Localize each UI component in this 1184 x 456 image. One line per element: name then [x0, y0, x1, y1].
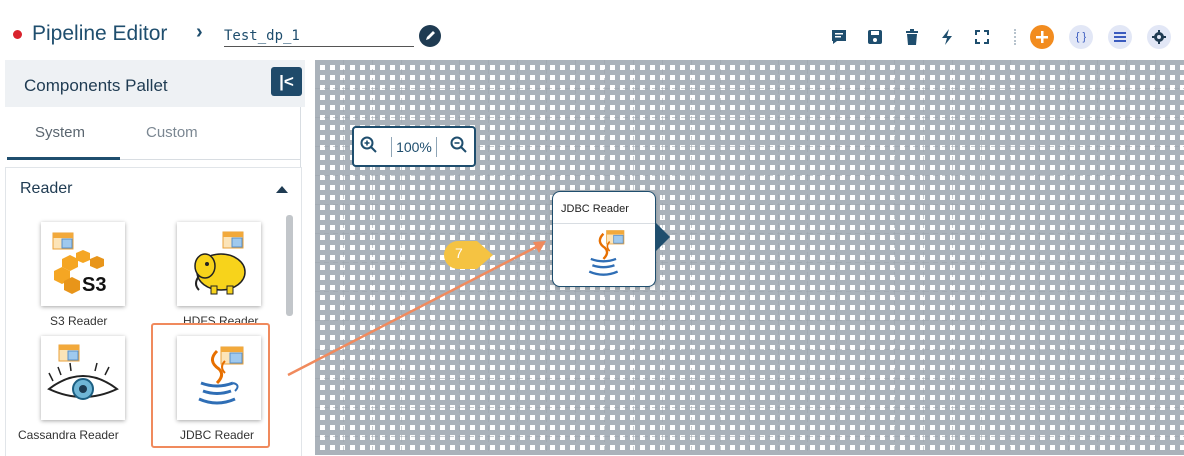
node-title: JDBC Reader	[561, 203, 629, 215]
node-java-icon	[588, 230, 625, 276]
jdbc-reader-node[interactable]: JDBC Reader	[552, 191, 656, 287]
step-marker	[444, 241, 493, 269]
node-divider	[553, 223, 655, 224]
node-output-port[interactable]	[656, 223, 670, 251]
step-number: 7	[455, 245, 463, 261]
